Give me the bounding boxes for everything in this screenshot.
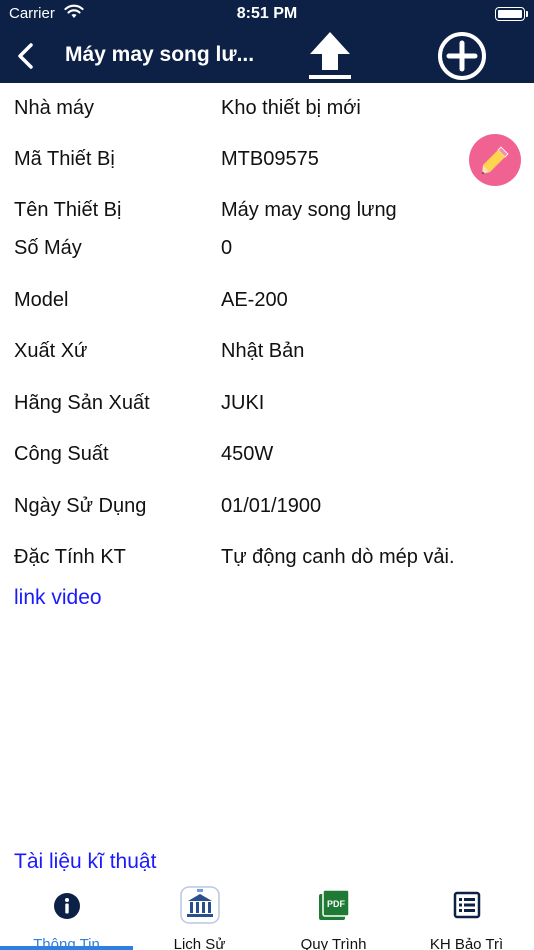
tab-label-kh-bao-tri: KH Bảo Trì [429,936,504,950]
upload-icon[interactable] [306,30,354,82]
label-xuat-xu: Xuất Xứ [14,340,88,362]
label-dac-tinh-kt: Đặc Tính KT [14,546,126,568]
tab-kh-bao-tri[interactable]: KH Bảo Trì [400,880,533,950]
label-hang-san-xuat: Hãng Sản Xuất [14,392,150,414]
tab-lich-su[interactable]: Lịch Sử [133,880,266,950]
value-dac-tinh-kt: Tự động canh dò mép vải. [221,546,455,568]
link-tai-lieu-ki-thuat[interactable]: Tài liệu kĩ thuật [14,850,156,874]
tab-label-quy-trinh: Quy Trình [300,936,367,950]
history-building-icon [179,886,220,924]
value-model: AE-200 [221,289,288,311]
battery-icon [495,7,525,21]
page-title: Máy may song lư... [65,43,255,66]
pdf-icon: PDF [318,889,350,920]
link-video[interactable]: link video [14,586,102,610]
tab-quy-trinh[interactable]: PDF Quy Trình [267,880,400,950]
info-icon [53,893,80,919]
value-nha-may: Kho thiết bị mới [221,97,361,119]
tab-label-lich-su: Lịch Sử [173,936,226,950]
value-cong-suat: 450W [221,443,274,465]
svg-text:PDF: PDF [327,899,346,909]
label-model: Model [14,289,69,311]
status-time: 8:51 PM [236,5,298,22]
active-tab-indicator [0,946,133,950]
value-hang-san-xuat: JUKI [221,392,265,414]
tab-thong-tin[interactable]: Thông Tin [0,880,133,950]
label-ma-thiet-bi: Mã Thiết Bị [14,148,115,170]
nav-bar: Máy may song lư... [0,28,534,83]
value-ten-thiet-bi: Máy may song lưng [221,199,397,221]
edit-button[interactable] [469,134,521,186]
pencil-icon [482,146,509,174]
back-chevron-icon[interactable] [14,42,38,70]
label-so-may: Số Máy [14,237,82,259]
battery-tip [526,11,528,17]
list-icon [453,891,480,919]
value-so-may: 0 [221,237,233,259]
value-ma-thiet-bi: MTB09575 [221,148,319,170]
value-xuat-xu: Nhật Bản [221,340,305,362]
label-ten-thiet-bi: Tên Thiết Bị [14,199,122,221]
tab-bar: Thông Tin Lịch Sử PDF Quy Trình KH Bảo T… [0,880,534,950]
status-bar: Carrier 8:51 PM [0,0,534,28]
label-ngay-su-dung: Ngày Sử Dụng [14,495,147,517]
label-cong-suat: Công Suất [14,443,109,465]
add-circle-icon[interactable] [436,30,488,82]
value-ngay-su-dung: 01/01/1900 [221,495,322,517]
label-nha-may: Nhà máy [14,97,95,119]
